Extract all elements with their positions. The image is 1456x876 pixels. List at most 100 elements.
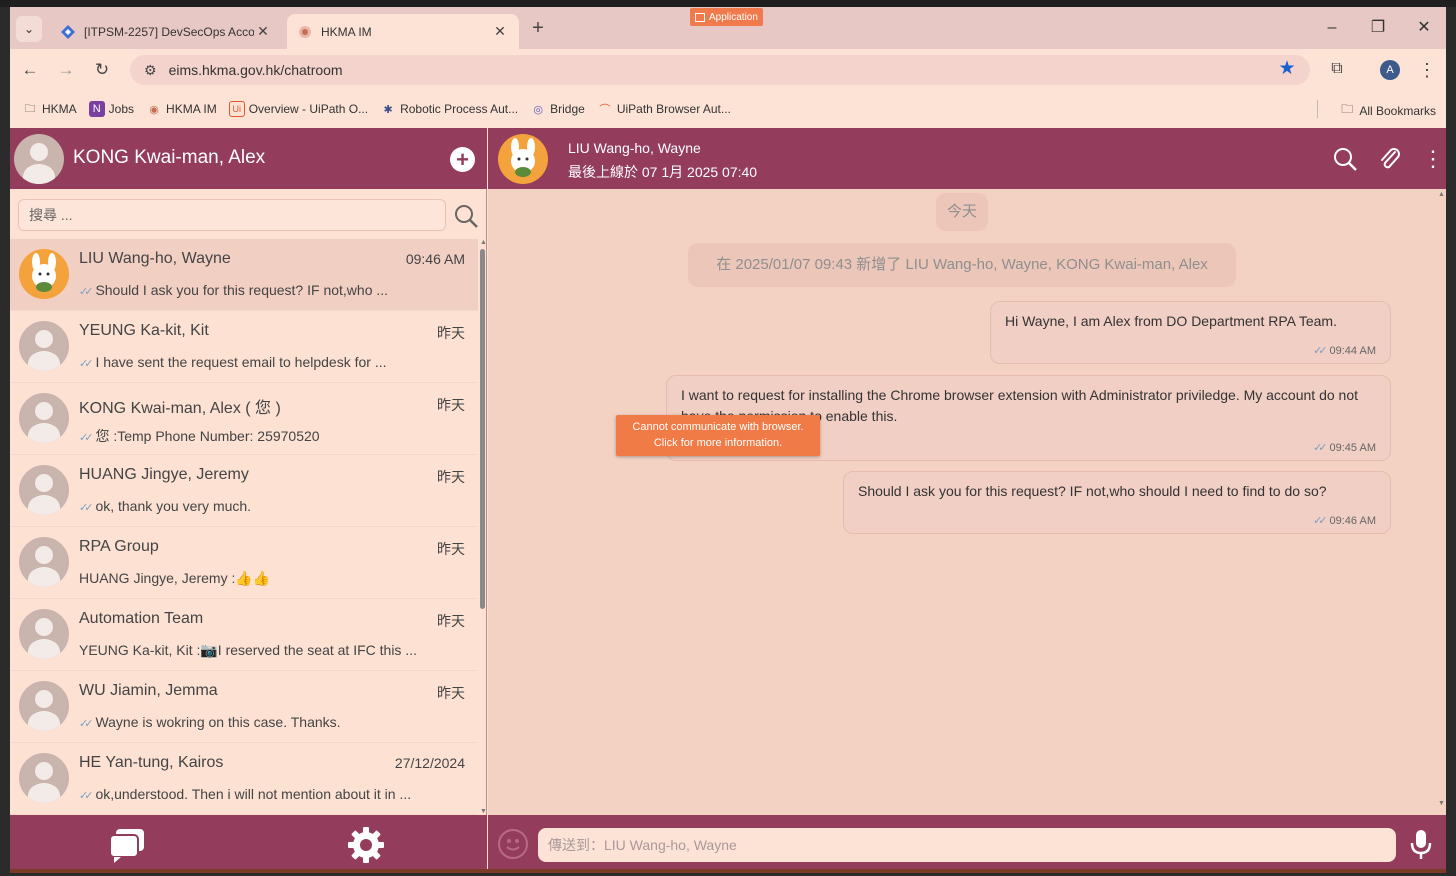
site-settings-icon[interactable]: ⚙ <box>144 62 157 79</box>
scrollbar-thumb[interactable] <box>480 249 485 609</box>
address-bar[interactable]: ⚙ eims.hkma.gov.hk/chatroom <box>130 55 1310 85</box>
chat-time: 09:46 AM <box>405 251 465 267</box>
message-time-text: 09:46 AM <box>1329 515 1376 527</box>
chat-list-item[interactable]: HE Yan-tung, Kairos 27/12/2024 ✓✓ ok,unders… <box>10 743 478 815</box>
attachment-icon[interactable] <box>1377 146 1403 172</box>
bookmark-label: Bridge <box>550 102 585 116</box>
contact-avatar <box>19 393 69 443</box>
chat-list-item[interactable]: Automation Team 昨天 YEUNG Ka-kit, Kit :📷I r… <box>10 599 478 671</box>
sidebar-footer <box>10 815 487 873</box>
conversation-panel: LIU Wang-ho, Wayne 最後上線於 07 1月 2025 07:4… <box>488 128 1446 873</box>
chat-time: 昨天 <box>437 685 465 701</box>
contact-avatar <box>19 465 69 515</box>
message-area-scrollbar[interactable]: ▲ ▼ <box>1436 189 1446 809</box>
message-input[interactable]: 傳送到：LIU Wang-ho, Wayne <box>538 828 1396 862</box>
read-ticks-icon: ✓✓ <box>79 358 94 370</box>
tab-hkma-im[interactable]: HKMA IM ✕ <box>287 14 519 49</box>
contact-avatar[interactable] <box>498 134 548 184</box>
search-row: 搜尋 ... <box>10 189 487 239</box>
back-button[interactable]: ← <box>18 58 42 82</box>
last-seen-status: 最後上線於 07 1月 2025 07:40 <box>568 164 758 180</box>
globe-icon: ◎ <box>533 103 543 116</box>
folder-icon: 🗀 <box>1341 102 1354 116</box>
profile-avatar[interactable]: A <box>1380 60 1400 80</box>
message-area: 今天 在 2025/01/07 09:43 新增了 LIU Wang-ho, W… <box>488 189 1436 809</box>
bookmark-bridge[interactable]: ◎ Bridge <box>530 101 585 117</box>
application-badge[interactable]: Application <box>690 8 763 26</box>
bookmark-rpa[interactable]: ✱ Robotic Process Aut... <box>380 101 518 117</box>
read-ticks-icon: ✓✓ <box>79 790 94 802</box>
contact-avatar <box>19 753 69 803</box>
navigation-bar: ← → ↻ ⚙ eims.hkma.gov.hk/chatroom ★ ⧉ A … <box>10 49 1446 91</box>
restore-button[interactable]: ❐ <box>1358 16 1398 40</box>
onenote-icon: N <box>88 101 105 117</box>
chat-name: HUANG Jingye, Jeremy <box>79 466 249 483</box>
chat-preview-text: HUANG Jingye, Jeremy :👍👍 <box>79 570 271 586</box>
minimize-button[interactable]: – <box>1312 16 1352 40</box>
chat-list-item[interactable]: LIU Wang-ho, Wayne 09:46 AM ✓✓ Should I ask… <box>10 239 478 311</box>
search-icon[interactable] <box>453 203 479 229</box>
message-text: Should I ask you for this request? IF no… <box>858 483 1327 499</box>
scroll-down-icon[interactable]: ▼ <box>1438 800 1445 807</box>
bookmark-hkma[interactable]: 🗀 HKMA <box>22 101 77 117</box>
chats-icon[interactable] <box>108 827 146 863</box>
emoji-icon[interactable] <box>498 829 528 859</box>
chat-list-scrollbar[interactable]: ▲ ▼ <box>478 239 487 815</box>
bookmark-uipath-browser[interactable]: ⌒ UiPath Browser Aut... <box>597 101 731 117</box>
search-input[interactable]: 搜尋 ... <box>18 199 446 231</box>
chat-preview-text: ok,understood. Then i will not mention a… <box>95 786 412 802</box>
message-time: ✓✓ 09:44 AM <box>1313 344 1376 357</box>
chat-name: Automation Team <box>79 610 204 627</box>
bookmark-uipath-overview[interactable]: Ui Overview - UiPath O... <box>228 101 368 117</box>
contact-name: LIU Wang-ho, Wayne <box>568 140 701 156</box>
bookmarks-divider <box>1317 100 1318 118</box>
read-ticks-icon: ✓✓ <box>1313 345 1328 357</box>
url-text: eims.hkma.gov.hk/chatroom <box>168 62 343 78</box>
read-ticks-icon: ✓✓ <box>79 502 94 514</box>
bookmark-hkma-im[interactable]: ◉ HKMA IM <box>146 101 216 117</box>
chat-time: 昨天 <box>437 469 465 485</box>
message-bubble[interactable]: Should I ask you for this request? IF no… <box>843 471 1391 534</box>
read-ticks-icon: ✓✓ <box>79 432 94 444</box>
tab-title: [ITPSM-2257] DevSecOps Acco <box>84 24 254 39</box>
more-options-icon[interactable]: ⋮ <box>1420 146 1446 172</box>
chat-list-item[interactable]: YEUNG Ka-kit, Kit 昨天 ✓✓ I have sent the req… <box>10 311 478 383</box>
bookmarks-bar: 🗀 HKMA N Jobs ◉ HKMA IM Ui Overview - UiPath… <box>10 91 1446 127</box>
my-avatar[interactable] <box>14 134 64 184</box>
rainbow-icon: ⌒ <box>599 104 611 116</box>
chat-preview: ✓✓ 您 :Temp Phone Number: 25970520 <box>79 426 419 446</box>
hkma-im-icon <box>297 24 313 40</box>
chat-list-item[interactable]: HUANG Jingye, Jeremy 昨天 ✓✓ ok, thank you ve… <box>10 455 478 527</box>
forward-button[interactable]: → <box>54 58 78 82</box>
conversation-header: LIU Wang-ho, Wayne 最後上線於 07 1月 2025 07:4… <box>488 128 1446 189</box>
scroll-up-icon[interactable]: ▲ <box>1438 191 1445 198</box>
gear-icon[interactable] <box>346 825 386 865</box>
contact-avatar <box>19 321 69 371</box>
extensions-puzzle-icon[interactable]: ⧉ <box>1326 58 1348 80</box>
message-bubble[interactable]: Hi Wayne, I am Alex from DO Department R… <box>990 301 1391 364</box>
scroll-up-icon[interactable]: ▲ <box>480 239 487 246</box>
all-bookmarks-button[interactable]: 🗀 All Bookmarks <box>1341 100 1436 121</box>
chat-time: 昨天 <box>437 613 465 629</box>
scroll-down-icon[interactable]: ▼ <box>480 808 487 815</box>
browser-communication-toast[interactable]: Cannot communicate with browser. Click f… <box>616 415 820 456</box>
browser-menu-icon[interactable]: ⋮ <box>1418 58 1436 82</box>
chat-list-item[interactable]: RPA Group 昨天 HUANG Jingye, Jeremy :👍👍 <box>10 527 478 599</box>
search-icon[interactable] <box>1332 146 1358 172</box>
new-chat-button[interactable]: + <box>450 147 475 172</box>
tab-itpsm[interactable]: [ITPSM-2257] DevSecOps Acco ✕ <box>50 14 282 49</box>
uipath-icon: Ui <box>228 101 245 117</box>
chat-name: RPA Group <box>79 538 159 555</box>
close-tab-icon[interactable]: ✕ <box>491 23 509 40</box>
close-tab-icon[interactable]: ✕ <box>254 23 272 40</box>
tab-search-chevron-icon[interactable]: ⌄ <box>16 16 42 42</box>
chat-list-item[interactable]: WU Jiamin, Jemma 昨天 ✓✓ Wayne is wokring on … <box>10 671 478 743</box>
reload-button[interactable]: ↻ <box>90 58 114 82</box>
bookmark-jobs[interactable]: N Jobs <box>88 101 134 117</box>
new-tab-button[interactable]: + <box>527 17 549 39</box>
close-window-button[interactable]: ✕ <box>1404 16 1444 40</box>
bookmark-star-icon[interactable]: ★ <box>1276 58 1298 80</box>
chat-name: KONG Kwai-man, Alex ( 您 ) <box>79 400 281 417</box>
chat-list-item[interactable]: KONG Kwai-man, Alex ( 您 ) 昨天 ✓✓ 您 :Temp Pho… <box>10 383 478 455</box>
microphone-icon[interactable] <box>1408 828 1434 860</box>
